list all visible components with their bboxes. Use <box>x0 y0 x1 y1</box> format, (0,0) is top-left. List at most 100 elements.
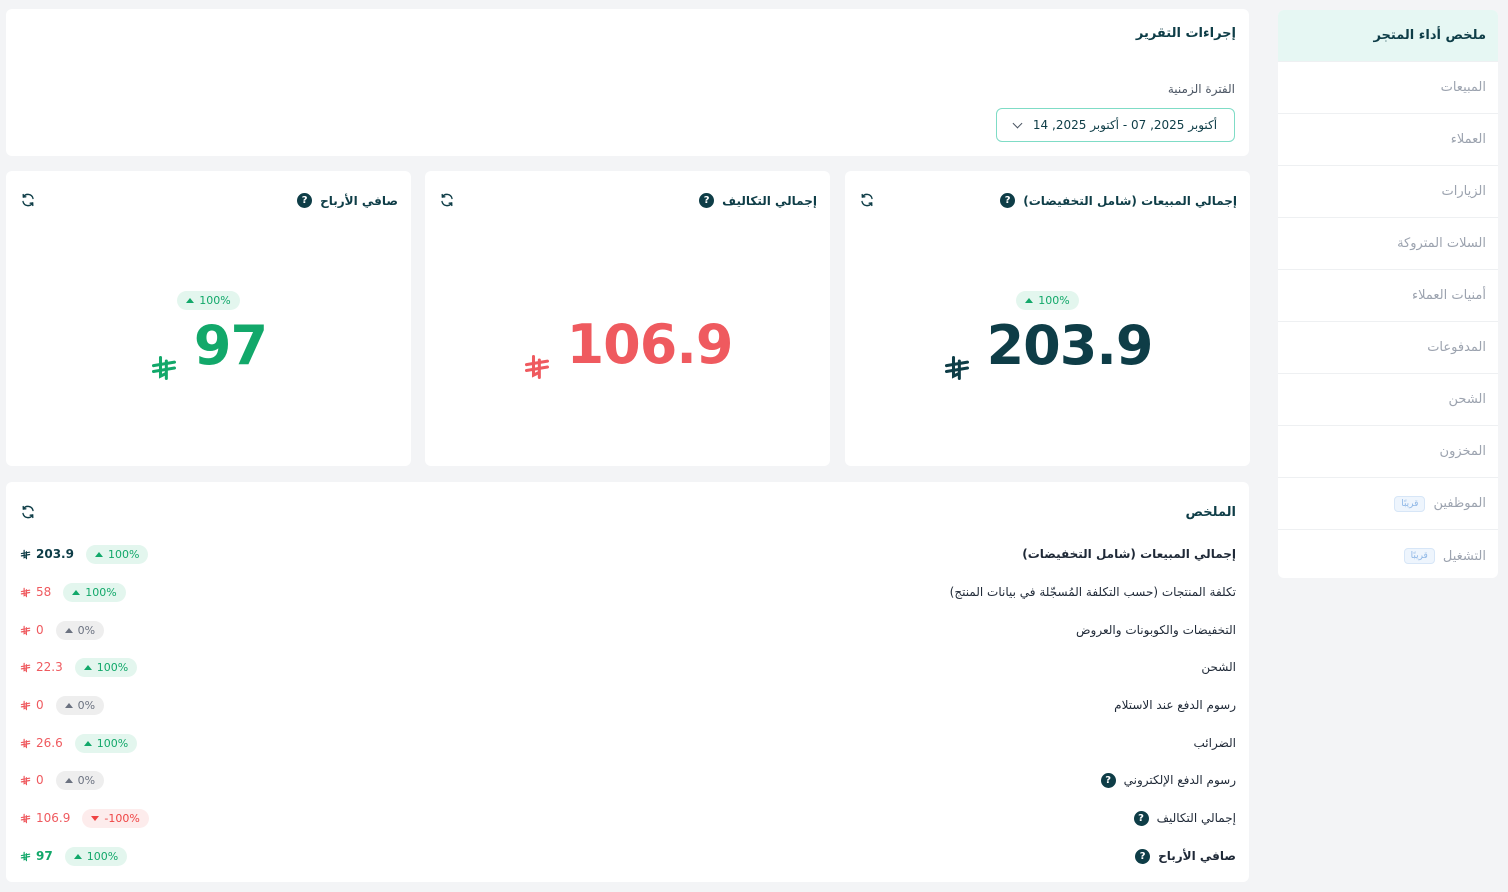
coming-soon-badge: قريبًا <box>1403 548 1435 564</box>
change-badge: 100% <box>64 846 128 866</box>
riyal-icon <box>20 700 31 711</box>
refresh-icon[interactable] <box>439 192 455 208</box>
row-label: رسوم الدفع عند الاستلام <box>1114 698 1236 712</box>
kpi-value: 203.9 <box>943 314 1153 377</box>
row-amount: 22.3 <box>20 660 63 674</box>
change-badge: 0% <box>55 620 105 640</box>
row-amount: 26.6 <box>20 736 63 750</box>
change-value: 100% <box>199 294 231 307</box>
sidebar-item-sales[interactable]: المبيعات <box>1278 62 1498 114</box>
change-badge: 100% <box>1016 291 1079 310</box>
summary-panel: الملخص إجمالي المبيعات (شامل التخفيضات) … <box>6 482 1249 882</box>
riyal-icon <box>20 625 31 636</box>
help-icon[interactable]: ? <box>1000 193 1016 208</box>
change-badge: 100% <box>177 291 240 310</box>
arrow-up-icon <box>83 740 92 746</box>
kpi-card-total-sales: إجمالي المبيعات (شامل التخفيضات) ? 100% … <box>845 171 1250 466</box>
refresh-icon[interactable] <box>859 192 875 208</box>
sidebar-item-visits[interactable]: الزيارات <box>1278 166 1498 218</box>
change-badge: 0% <box>55 695 105 715</box>
row-label: صافي الأرباح ? <box>1135 848 1236 864</box>
row-value: 58 100% <box>20 582 126 602</box>
change-badge: 0% <box>55 770 105 790</box>
arrow-up-icon <box>64 777 73 783</box>
riyal-icon <box>150 332 178 360</box>
sidebar-item-abandoned-carts[interactable]: السلات المتروكة <box>1278 218 1498 270</box>
row-value: 0 0% <box>20 770 105 790</box>
row-value: 97 100% <box>20 846 128 866</box>
kpi-body: 100% 97 <box>6 291 411 377</box>
row-label-text: إجمالي التكاليف <box>1156 811 1236 825</box>
kpi-amount: 97 <box>193 314 268 377</box>
change-value: 100% <box>96 736 129 750</box>
amount-text: 203.9 <box>36 547 74 561</box>
summary-title: الملخص <box>1185 505 1236 520</box>
help-icon[interactable]: ? <box>297 193 313 208</box>
amount-text: 0 <box>36 698 44 712</box>
arrow-up-icon <box>64 702 73 708</box>
sidebar-item-operations[interactable]: التشغيل قريبًا <box>1278 530 1498 578</box>
kpi-amount: 203.9 <box>986 314 1154 377</box>
summary-row-total-sales: إجمالي المبيعات (شامل التخفيضات) 203.9 1… <box>20 540 1236 568</box>
sidebar-item-label: العملاء <box>1450 132 1486 147</box>
change-value: -100% <box>104 811 140 825</box>
row-label: الشحن <box>1201 660 1236 674</box>
amount-text: 26.6 <box>36 736 63 750</box>
row-value: 0 0% <box>20 695 105 715</box>
kpi-title: إجمالي التكاليف <box>722 193 817 208</box>
sidebar-item-payments[interactable]: المدفوعات <box>1278 322 1498 374</box>
riyal-icon <box>20 775 31 786</box>
sidebar-item-label: الزيارات <box>1441 184 1486 199</box>
sidebar-item-label: التشغيل <box>1442 548 1486 564</box>
sidebar-item-employees[interactable]: الموظفين قريبًا <box>1278 478 1498 530</box>
help-icon[interactable]: ? <box>699 193 715 208</box>
change-badge: 100% <box>74 657 138 677</box>
arrow-down-icon <box>91 815 100 821</box>
kpi-card-net-profit: صافي الأرباح ? 100% 97 <box>6 171 411 466</box>
chevron-down-icon <box>1012 118 1023 128</box>
sidebar-item-customers[interactable]: العملاء <box>1278 114 1498 166</box>
sidebar-item-shipping[interactable]: الشحن <box>1278 374 1498 426</box>
sidebar-item-label: الشحن <box>1448 392 1486 407</box>
arrow-up-icon <box>73 853 82 859</box>
kpi-value: 97 <box>150 314 268 377</box>
change-value: 0% <box>77 698 96 712</box>
row-amount: 0 <box>20 623 44 637</box>
sidebar-item-store-summary[interactable]: ملخص أداء المتجر <box>1278 10 1498 62</box>
kpi-value: 106.9 <box>523 313 733 376</box>
row-amount: 97 <box>20 849 53 863</box>
row-value: 106.9 -100% <box>20 808 149 828</box>
row-amount: 203.9 <box>20 547 74 561</box>
riyal-icon <box>20 813 31 824</box>
kpi-header: إجمالي المبيعات (شامل التخفيضات) ? <box>1000 193 1237 208</box>
refresh-icon[interactable] <box>20 504 36 520</box>
change-badge: -100% <box>82 808 149 828</box>
row-label: إجمالي التكاليف ? <box>1133 810 1236 826</box>
row-label: إجمالي المبيعات (شامل التخفيضات) <box>1022 547 1236 561</box>
summary-row-discounts: التخفيضات والكوبونات والعروض 0 0% <box>20 616 1236 644</box>
change-value: 100% <box>107 547 140 561</box>
amount-text: 22.3 <box>36 660 63 674</box>
riyal-icon <box>20 851 31 862</box>
summary-row-net-profit: صافي الأرباح ? 97 100% <box>20 842 1236 870</box>
date-range-picker[interactable]: أكتوبر 2025, 07 - أكتوبر 2025, 14 <box>996 108 1235 142</box>
sidebar-item-inventory[interactable]: المخزون <box>1278 426 1498 478</box>
sidebar-item-wishlists[interactable]: أمنيات العملاء <box>1278 270 1498 322</box>
arrow-up-icon <box>72 589 81 595</box>
row-label-text: صافي الأرباح <box>1158 849 1236 863</box>
row-label: رسوم الدفع الإلكتروني ? <box>1100 772 1236 788</box>
change-value: 0% <box>77 773 96 787</box>
kpi-body: 106.9 <box>425 313 830 376</box>
refresh-icon[interactable] <box>20 192 36 208</box>
kpi-title: صافي الأرباح <box>320 193 398 208</box>
arrow-up-icon <box>186 298 195 303</box>
help-icon[interactable]: ? <box>1100 772 1116 788</box>
kpi-amount: 106.9 <box>566 313 734 376</box>
row-label: التخفيضات والكوبونات والعروض <box>1076 623 1236 637</box>
sidebar-item-label: أمنيات العملاء <box>1412 288 1486 303</box>
help-icon[interactable]: ? <box>1133 810 1149 826</box>
row-amount: 58 <box>20 585 51 599</box>
row-label-text: رسوم الدفع الإلكتروني <box>1123 773 1236 787</box>
help-icon[interactable]: ? <box>1135 848 1151 864</box>
change-badge: 100% <box>85 544 149 564</box>
